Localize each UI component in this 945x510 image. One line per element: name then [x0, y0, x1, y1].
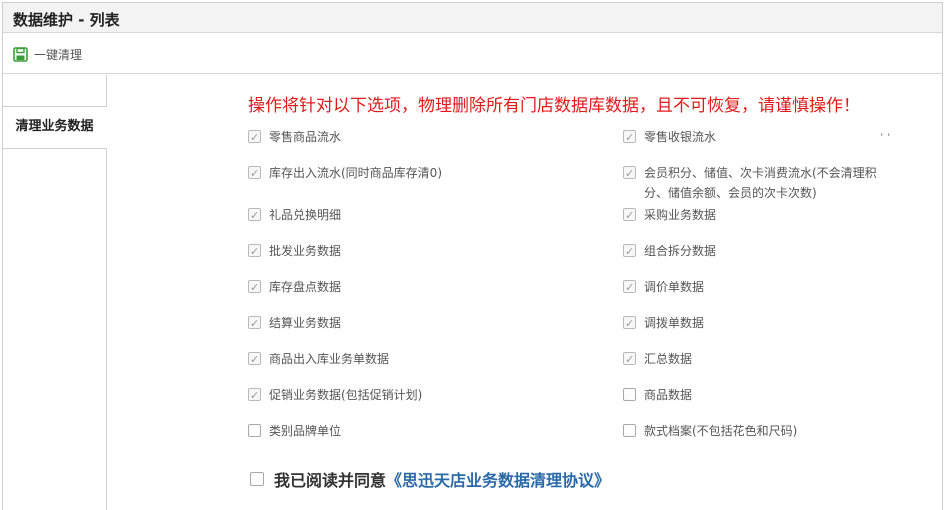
tab-clean-business-data[interactable]: 清理业务数据: [3, 107, 107, 149]
sidebar: 清理业务数据: [3, 75, 107, 510]
agreement-row: 我已阅读并同意 《思迅天店业务数据清理协议》: [250, 467, 610, 491]
option-label: 会员积分、储值、次卡消费流水(不会清理积分、储值余额、会员的次卡次数): [644, 166, 877, 200]
option-item: 结算业务数据: [248, 313, 342, 334]
option-checkbox[interactable]: [248, 242, 261, 262]
option-label: 组合拆分数据: [644, 244, 717, 258]
option-item: 商品出入库业务单数据: [248, 349, 390, 370]
option-item: 汇总数据: [623, 349, 693, 370]
option-label: 零售商品流水: [269, 130, 342, 144]
option-checkbox[interactable]: [623, 128, 636, 148]
option-item: 批发业务数据: [248, 241, 342, 262]
warning-text: 操作将针对以下选项，物理删除所有门店数据库数据，且不可恢复，请谨慎操作！: [248, 96, 860, 116]
save-icon: [13, 46, 28, 62]
agreement-checkbox[interactable]: [250, 472, 264, 486]
option-label: 调拨单数据: [644, 316, 705, 330]
option-checkbox[interactable]: [623, 314, 636, 334]
option-checkbox[interactable]: [248, 206, 261, 226]
option-checkbox[interactable]: [248, 314, 261, 334]
option-item: 调拨单数据: [623, 313, 705, 334]
option-item: 采购业务数据: [623, 205, 717, 226]
page-title: 数据维护 - 列表: [13, 11, 120, 29]
option-label: 促销业务数据(包括促销计划): [269, 388, 423, 402]
option-item: 款式档案(不包括花色和尺码): [623, 421, 797, 441]
option-label: 类别品牌单位: [269, 424, 342, 438]
option-item: 库存盘点数据: [248, 277, 342, 298]
main-content: 操作将针对以下选项，物理删除所有门店数据库数据，且不可恢复，请谨慎操作！ , ,…: [108, 75, 942, 510]
corner-mark: , ,: [880, 125, 891, 138]
option-label: 结算业务数据: [269, 316, 342, 330]
option-checkbox[interactable]: [623, 206, 636, 226]
option-label: 库存盘点数据: [269, 280, 342, 294]
option-item: 零售商品流水: [248, 127, 342, 148]
toolbar: 一键清理: [3, 34, 942, 74]
option-item: 组合拆分数据: [623, 241, 717, 262]
option-label: 商品出入库业务单数据: [269, 352, 390, 366]
option-item: 调价单数据: [623, 277, 705, 298]
option-checkbox[interactable]: [248, 424, 261, 437]
one-click-clean-button[interactable]: 一键清理: [13, 44, 82, 64]
option-checkbox[interactable]: [248, 350, 261, 370]
option-checkbox[interactable]: [623, 388, 636, 401]
option-item: 会员积分、储值、次卡消费流水(不会清理积分、储值余额、会员的次卡次数): [623, 163, 883, 203]
option-label: 款式档案(不包括花色和尺码): [644, 424, 798, 438]
option-label: 采购业务数据: [644, 208, 717, 222]
option-checkbox[interactable]: [623, 350, 636, 370]
option-label: 调价单数据: [644, 280, 705, 294]
agreement-link[interactable]: 《思迅天店业务数据清理协议》: [386, 467, 610, 491]
option-checkbox[interactable]: [248, 386, 261, 406]
option-checkbox[interactable]: [623, 424, 636, 437]
sidebar-spacer: [3, 75, 106, 107]
option-item: 促销业务数据(包括促销计划): [248, 385, 423, 406]
option-checkbox[interactable]: [623, 278, 636, 298]
title-bar: 数据维护 - 列表: [3, 3, 942, 33]
agreement-text: 我已阅读并同意: [274, 471, 387, 490]
option-label: 礼品兑换明细: [269, 208, 342, 222]
option-item: 商品数据: [623, 385, 692, 405]
option-item: 零售收银流水: [623, 127, 717, 148]
option-checkbox[interactable]: [248, 128, 261, 148]
option-item: 类别品牌单位: [248, 421, 341, 441]
option-checkbox[interactable]: [623, 164, 636, 184]
one-click-clean-label: 一键清理: [34, 47, 83, 62]
option-label: 零售收银流水: [644, 130, 717, 144]
option-checkbox[interactable]: [248, 278, 261, 298]
option-item: 礼品兑换明细: [248, 205, 342, 226]
option-label: 批发业务数据: [269, 244, 342, 258]
option-item: 库存出入流水(同时商品库存清0): [248, 163, 442, 184]
option-checkbox[interactable]: [248, 164, 261, 184]
option-label: 汇总数据: [644, 352, 693, 366]
option-checkbox[interactable]: [623, 242, 636, 262]
option-label: 库存出入流水(同时商品库存清0): [269, 166, 442, 180]
option-label: 商品数据: [644, 388, 693, 402]
